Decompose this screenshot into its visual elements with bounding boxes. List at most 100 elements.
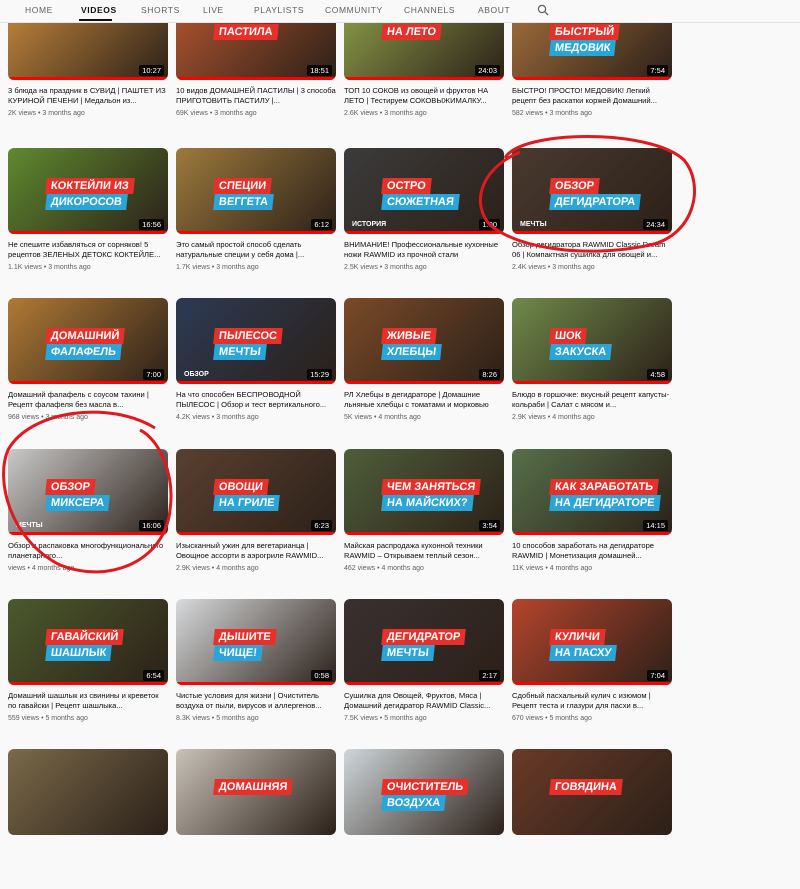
video-title[interactable]: Это самый простой способ сделать натурал…	[176, 240, 336, 260]
video-title[interactable]: Изысканный ужин для вегетарианца | Овощн…	[176, 541, 336, 561]
video-title[interactable]: ТОП 10 СОКОВ из овощей и фруктов НА ЛЕТО…	[344, 86, 504, 106]
video-title[interactable]: ВНИМАНИЕ! Профессиональные кухонные ножи…	[344, 240, 504, 260]
video-title[interactable]: 3 блюда на праздник в СУВИД | ПАШТЕТ ИЗ …	[8, 86, 168, 106]
thumb-label-top: ДЫШИТЕ	[213, 629, 277, 645]
video-card[interactable]	[8, 749, 168, 889]
thumb-label-top: ОЧИСТИТЕЛЬ	[381, 779, 470, 795]
thumb-label-bottom: ВОЗДУХА	[381, 795, 447, 811]
video-meta: 2.9K views • 4 months ago	[512, 414, 595, 421]
video-card[interactable]: КОКТЕЙЛИ ИЗ ДИКОРОСОВ 16:56 Не спешите изба…	[8, 148, 168, 288]
video-thumbnail[interactable]	[8, 749, 168, 835]
video-title[interactable]: Домашний фалафель с соусом тахини | Реце…	[8, 390, 168, 410]
tab-videos[interactable]: VIDEOS	[81, 5, 117, 15]
tab-home[interactable]: HOME	[25, 5, 53, 15]
video-card[interactable]: ДЫШИТЕ ЧИЩЕ! 0:58 Чистые условия для жизни …	[176, 599, 336, 739]
video-title[interactable]: Сушилка для Овощей, Фруктов, Мяса | Дома…	[344, 691, 504, 711]
video-thumbnail[interactable]: ОБЗОР ДЕГИДРАТОРА МЕЧТЫ 24:34	[512, 148, 672, 234]
thumb-tag: ОБЗОР	[184, 371, 209, 378]
video-thumbnail[interactable]: ДЫШИТЕ ЧИЩЕ! 0:58	[176, 599, 336, 685]
video-card[interactable]: КАК ЗАРАБОТАТЬ НА ДЕГИДРАТОРЕ 14:15 10 спос…	[512, 449, 672, 589]
video-thumbnail[interactable]: ГАВАЙСКИЙ ШАШЛЫК 6:54	[8, 599, 168, 685]
video-title[interactable]: БЫСТРО! ПРОСТО! МЕДОВИК! Легкий рецепт б…	[512, 86, 672, 106]
video-thumbnail[interactable]: ЧЕМ ЗАНЯТЬСЯ НА МАЙСКИХ? 3:54	[344, 449, 504, 535]
thumb-label-top: ГОВЯДИНА	[549, 779, 623, 795]
video-card[interactable]: ОВОЩИ НА ГРИЛЕ 6:23 Изысканный ужин для вег…	[176, 449, 336, 589]
thumb-label-top: ЧЕМ ЗАНЯТЬСЯ	[381, 479, 482, 495]
video-title[interactable]: Блюдо в горшочке: вкусный рецепт капусты…	[512, 390, 672, 410]
video-meta: 2.4K views • 3 months ago	[512, 264, 595, 271]
video-card[interactable]: ШОК ЗАКУСКА 4:58 Блюдо в горшочке: вкусный …	[512, 298, 672, 438]
video-title[interactable]: 10 видов ДОМАШНЕЙ ПАСТИЛЫ | 3 способа ПР…	[176, 86, 336, 106]
video-card[interactable]: ДОМАШНИЙ ФАЛАФЕЛЬ 7:00 Домашний фалафель с …	[8, 298, 168, 438]
duration-badge: 1:00	[479, 219, 500, 230]
video-title[interactable]: Обзор дегидратора RAWMID Classic Dream 0…	[512, 240, 672, 260]
thumb-label-bottom: МЕДОВИК	[549, 40, 617, 56]
video-card[interactable]: ОСТРО СЮЖЕТНАЯ ИСТОРИЯ 1:00 ВНИМАНИЕ! Профес…	[344, 148, 504, 288]
video-thumbnail[interactable]: ДОМАШНЯЯ	[176, 749, 336, 835]
video-meta: 670 views • 5 months ago	[512, 715, 592, 722]
video-thumbnail[interactable]: ШОК ЗАКУСКА 4:58	[512, 298, 672, 384]
thumb-label-bottom: МЕЧТЫ	[213, 344, 267, 360]
thumb-label-bottom: НА ГРИЛЕ	[213, 495, 281, 511]
video-thumbnail[interactable]: ЖИВЫЕ ХЛЕБЦЫ 8:26	[344, 298, 504, 384]
tab-community[interactable]: COMMUNITY	[325, 5, 383, 15]
video-title[interactable]: Домашний шашлык из свинины и креветок по…	[8, 691, 168, 711]
video-title[interactable]: Не спешите избавляться от сорняков! 5 ре…	[8, 240, 168, 260]
thumb-label-top: ШОК	[549, 328, 588, 344]
search-icon[interactable]	[537, 4, 549, 16]
video-card[interactable]: ЧЕМ ЗАНЯТЬСЯ НА МАЙСКИХ? 3:54 Майская распр…	[344, 449, 504, 589]
thumb-label-top: КУЛИЧИ	[549, 629, 606, 645]
watch-progress-bar	[344, 231, 504, 234]
watch-progress-bar	[344, 77, 504, 80]
video-thumbnail[interactable]: ДОМАШНИЙ ФАЛАФЕЛЬ 7:00	[8, 298, 168, 384]
watch-progress-bar	[8, 77, 168, 80]
video-meta: 968 views • 3 months ago	[8, 414, 88, 421]
video-title[interactable]: 10 способов заработать на дегидраторе RA…	[512, 541, 672, 561]
thumb-label-bottom: СЮЖЕТНАЯ	[381, 194, 460, 210]
video-card[interactable]: ПЫЛЕСОС МЕЧТЫ ОБЗОР 15:29 На что способен БЕ…	[176, 298, 336, 438]
video-thumbnail[interactable]: КАК ЗАРАБОТАТЬ НА ДЕГИДРАТОРЕ 14:15	[512, 449, 672, 535]
tab-playlists[interactable]: PLAYLISTS	[254, 5, 304, 15]
video-thumbnail[interactable]: ГОВЯДИНА	[512, 749, 672, 835]
duration-badge: 3:54	[479, 520, 500, 531]
video-meta: 8.3K views • 5 months ago	[176, 715, 259, 722]
video-card[interactable]: ЖИВЫЕ ХЛЕБЦЫ 8:26 РЛ Хлебцы в дегидраторе |…	[344, 298, 504, 438]
video-title[interactable]: Сдобный пасхальный кулич с изюмом | Реце…	[512, 691, 672, 711]
video-thumbnail[interactable]: ОБЗОР МИКСЕРА МЕЧТЫ 16:06	[8, 449, 168, 535]
video-thumbnail[interactable]: ОЧИСТИТЕЛЬ ВОЗДУХА	[344, 749, 504, 835]
tab-channels[interactable]: CHANNELS	[404, 5, 455, 15]
tab-live[interactable]: LIVE	[203, 5, 224, 15]
video-title[interactable]: Майская распродажа кухонной техники RAWM…	[344, 541, 504, 561]
channel-tabs: HOME VIDEOS SHORTS LIVE PLAYLISTS COMMUN…	[0, 0, 800, 23]
watch-progress-bar	[8, 682, 168, 685]
video-card[interactable]: ДЕГИДРАТОР МЕЧТЫ 2:17 Сушилка для Овощей, Ф…	[344, 599, 504, 739]
video-title[interactable]: Обзор и распаковка многофункционального …	[8, 541, 168, 561]
video-title[interactable]: РЛ Хлебцы в дегидраторе | Домашние льнян…	[344, 390, 504, 410]
watch-progress-bar	[344, 381, 504, 384]
video-card[interactable]: ОБЗОР МИКСЕРА МЕЧТЫ 16:06 Обзор и распаковка…	[8, 449, 168, 589]
video-card[interactable]: КУЛИЧИ НА ПАСХУ 7:04 Сдобный пасхальный кул…	[512, 599, 672, 739]
thumb-label-top: ДОМАШНЯЯ	[213, 779, 294, 795]
video-card[interactable]: ДОМАШНЯЯ	[176, 749, 336, 889]
video-thumbnail[interactable]: ДЕГИДРАТОР МЕЧТЫ 2:17	[344, 599, 504, 685]
video-thumbnail[interactable]: КОКТЕЙЛИ ИЗ ДИКОРОСОВ 16:56	[8, 148, 168, 234]
video-card[interactable]: ОЧИСТИТЕЛЬ ВОЗДУХА	[344, 749, 504, 889]
video-card[interactable]: ОБЗОР ДЕГИДРАТОРА МЕЧТЫ 24:34 Обзор дегидрат…	[512, 148, 672, 288]
thumb-tag: МЕЧТЫ	[520, 221, 547, 228]
video-thumbnail[interactable]: ОВОЩИ НА ГРИЛЕ 6:23	[176, 449, 336, 535]
watch-progress-bar	[8, 381, 168, 384]
video-card[interactable]: СПЕЦИИ ВЕГГЕТА 6:12 Это самый простой спосо…	[176, 148, 336, 288]
watch-progress-bar	[176, 77, 336, 80]
video-title[interactable]: На что способен БЕСПРОВОДНОЙ ПЫЛЕСОС | О…	[176, 390, 336, 410]
video-thumbnail[interactable]: КУЛИЧИ НА ПАСХУ 7:04	[512, 599, 672, 685]
tab-shorts[interactable]: SHORTS	[141, 5, 180, 15]
thumb-label-top: ЖИВЫЕ	[381, 328, 437, 344]
video-thumbnail[interactable]: ПЫЛЕСОС МЕЧТЫ ОБЗОР 15:29	[176, 298, 336, 384]
video-card[interactable]: ГАВАЙСКИЙ ШАШЛЫК 6:54 Домашний шашлык из св…	[8, 599, 168, 739]
video-thumbnail[interactable]: СПЕЦИИ ВЕГГЕТА 6:12	[176, 148, 336, 234]
video-title[interactable]: Чистые условия для жизни | Очиститель во…	[176, 691, 336, 711]
video-card[interactable]: ГОВЯДИНА	[512, 749, 672, 889]
video-thumbnail[interactable]: ОСТРО СЮЖЕТНАЯ ИСТОРИЯ 1:00	[344, 148, 504, 234]
tab-about[interactable]: ABOUT	[478, 5, 510, 15]
thumb-label-bottom: МЕЧТЫ	[381, 645, 435, 661]
